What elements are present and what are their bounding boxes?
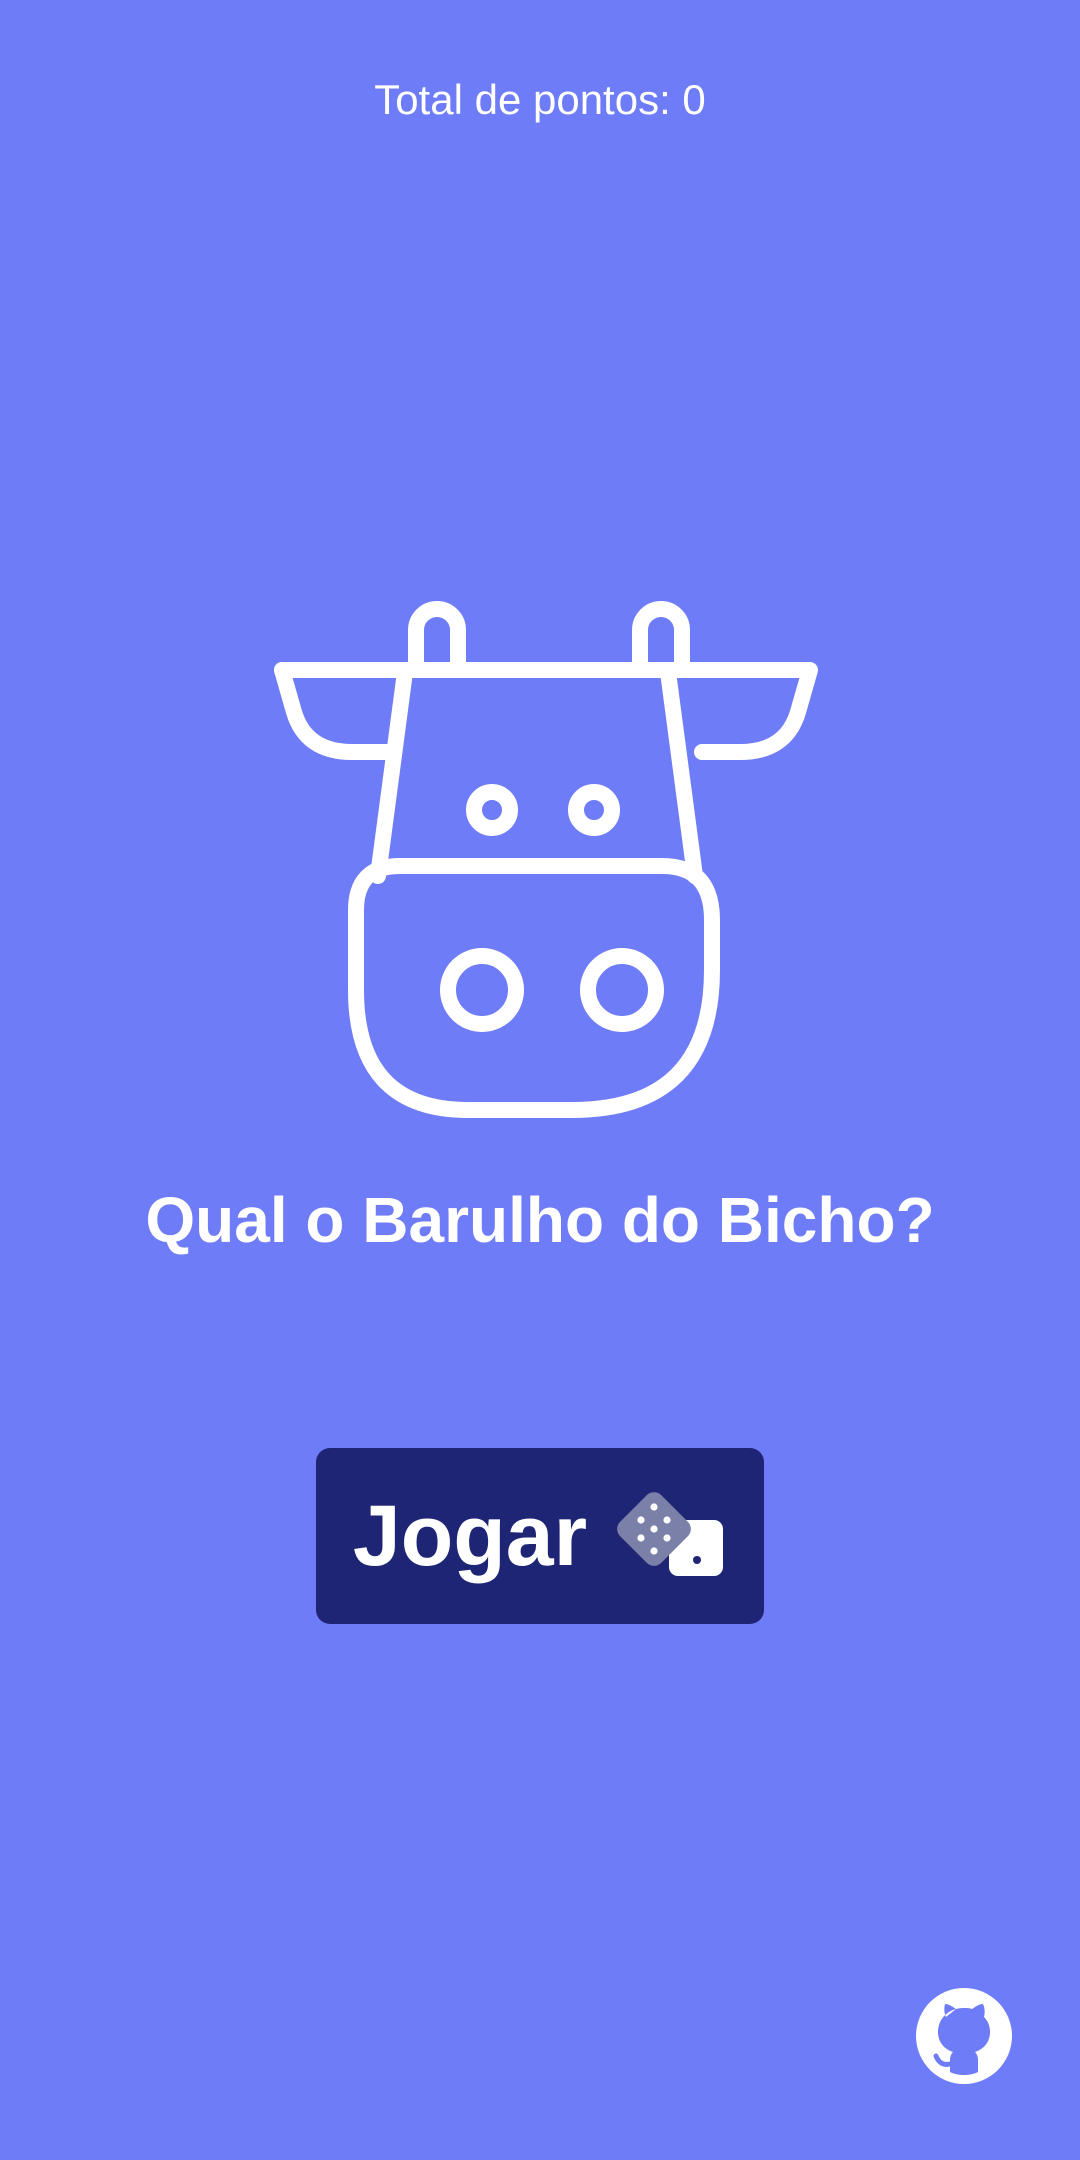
score-label: Total de pontos: 0 <box>374 76 706 123</box>
dice-icon <box>617 1492 724 1576</box>
play-button[interactable]: Jogar <box>316 1448 764 1624</box>
play-button-label: Jogar <box>352 1488 588 1584</box>
cow-icon <box>274 601 818 1118</box>
app-title: Qual o Barulho do Bicho? <box>145 1184 935 1256</box>
github-icon[interactable] <box>914 1986 1014 2086</box>
